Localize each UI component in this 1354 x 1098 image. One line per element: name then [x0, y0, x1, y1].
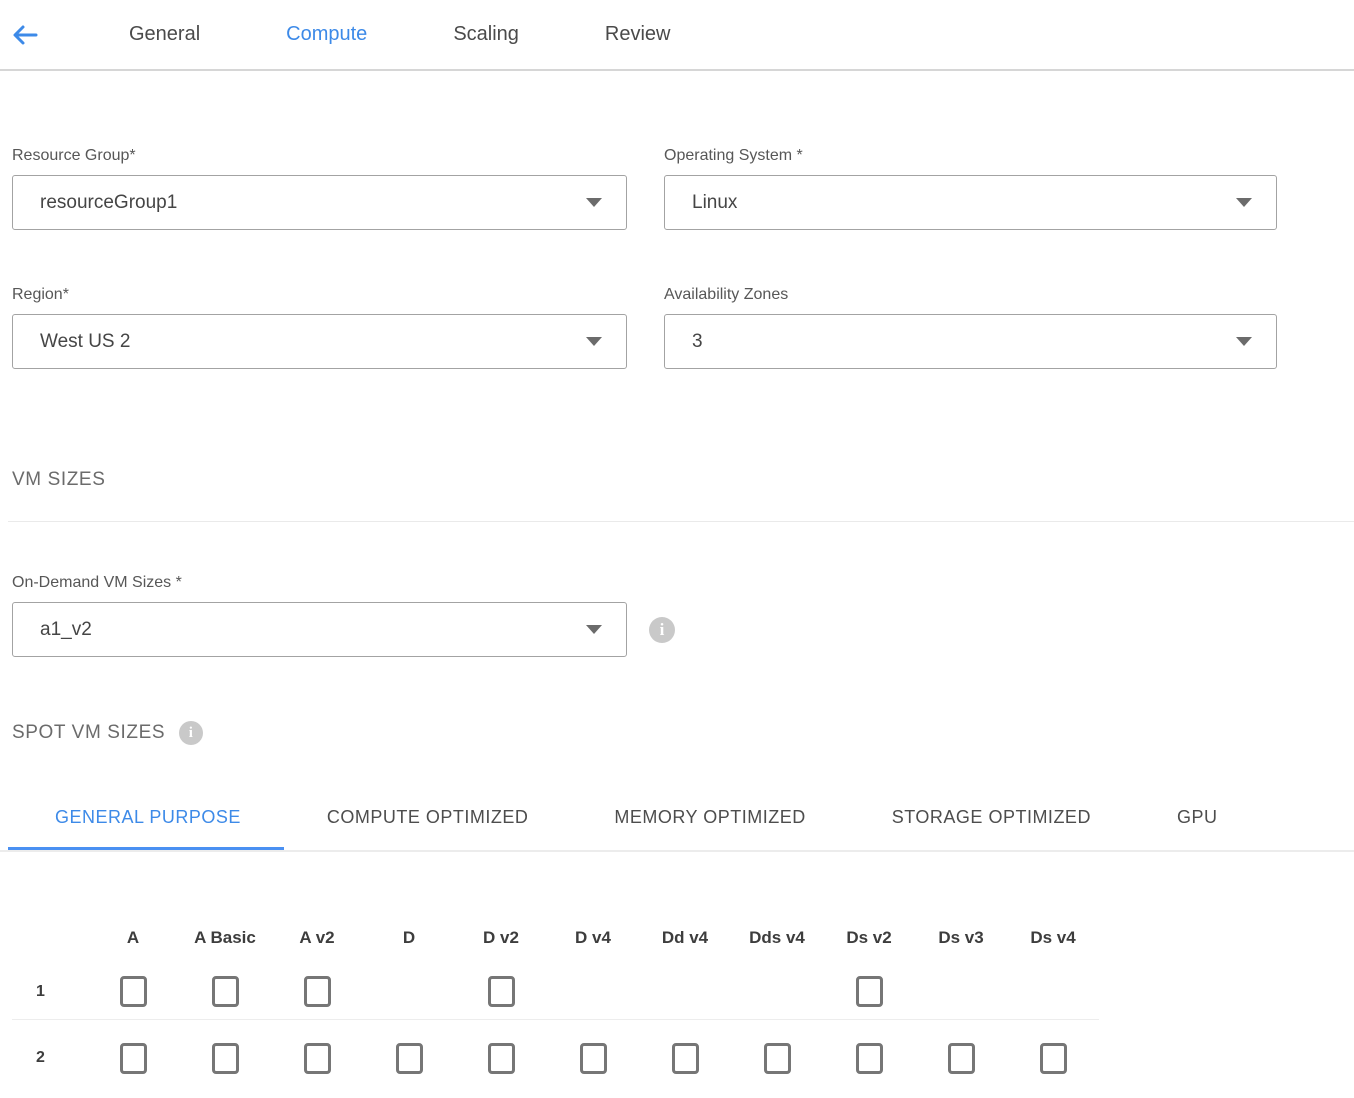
- table-cell: [87, 1043, 179, 1074]
- table-cell: [363, 1043, 455, 1074]
- column-header-a: A: [87, 928, 179, 948]
- column-header-ds-v3: Ds v3: [915, 928, 1007, 948]
- table-cell: [639, 1043, 731, 1074]
- operating-system-label: Operating System *: [664, 147, 1277, 165]
- vm-size-checkbox-row2-dd-v4[interactable]: [672, 1043, 699, 1074]
- step-general[interactable]: General: [86, 23, 243, 46]
- availability-zones-select[interactable]: 3: [664, 314, 1277, 369]
- column-header-a-v2: A v2: [271, 928, 363, 948]
- vm-size-checkbox-row1-a-v2[interactable]: [304, 976, 331, 1007]
- table-cell: [915, 1043, 1007, 1074]
- vm-size-checkbox-row2-a-v2[interactable]: [304, 1043, 331, 1074]
- table-row: 1: [12, 964, 1099, 1020]
- on-demand-vm-sizes-label: On-Demand VM Sizes *: [12, 574, 1354, 592]
- table-cell: [547, 1043, 639, 1074]
- compute-form: Resource Group* resourceGroup1 Operating…: [12, 147, 1354, 369]
- column-header-ds-v2: Ds v2: [823, 928, 915, 948]
- field-region: Region* West US 2: [12, 286, 627, 369]
- table-cell: [179, 1043, 271, 1074]
- table-cell: [823, 1043, 915, 1074]
- step-compute[interactable]: Compute: [243, 23, 410, 46]
- resource-group-label: Resource Group*: [12, 147, 627, 165]
- column-header-a-basic: A Basic: [179, 928, 271, 948]
- row-label: 2: [12, 1049, 87, 1067]
- table-cell: [1007, 1043, 1099, 1074]
- spot-vm-sizes-table: AA BasicA v2DD v2D v4Dd v4Dds v4Ds v2Ds …: [12, 928, 1354, 1086]
- vm-size-checkbox-row1-a-basic[interactable]: [212, 976, 239, 1007]
- field-availability-zones: Availability Zones 3: [664, 286, 1277, 369]
- vm-size-checkbox-row1-a[interactable]: [120, 976, 147, 1007]
- resource-group-select[interactable]: resourceGroup1: [12, 175, 627, 230]
- table-cell: [87, 976, 179, 1007]
- spot-tab-storage-optimized[interactable]: STORAGE OPTIMIZED: [849, 807, 1134, 850]
- spot-tabs: GENERAL PURPOSECOMPUTE OPTIMIZEDMEMORY O…: [0, 807, 1354, 850]
- vm-size-checkbox-row2-ds-v4[interactable]: [1040, 1043, 1067, 1074]
- table-cell: [271, 976, 363, 1007]
- back-arrow-icon[interactable]: [8, 18, 42, 52]
- vm-size-checkbox-row1-ds-v2[interactable]: [856, 976, 883, 1007]
- info-icon[interactable]: i: [649, 617, 675, 643]
- vm-size-checkbox-row2-a[interactable]: [120, 1043, 147, 1074]
- chevron-down-icon: [586, 337, 602, 346]
- column-header-d-v2: D v2: [455, 928, 547, 948]
- spot-vm-sizes-header: SPOT VM SIZES i: [12, 721, 1354, 745]
- spot-tab-general-purpose[interactable]: GENERAL PURPOSE: [12, 807, 284, 850]
- column-header-dds-v4: Dds v4: [731, 928, 823, 948]
- table-cell: [179, 976, 271, 1007]
- region-label: Region*: [12, 286, 627, 304]
- region-value: West US 2: [40, 331, 130, 353]
- table-cell: [455, 976, 547, 1007]
- table-cell: [271, 1043, 363, 1074]
- vm-size-checkbox-row2-ds-v3[interactable]: [948, 1043, 975, 1074]
- vm-size-checkbox-row2-d-v4[interactable]: [580, 1043, 607, 1074]
- spot-tab-compute-optimized[interactable]: COMPUTE OPTIMIZED: [284, 807, 572, 850]
- wizard-step-header: General Compute Scaling Review: [0, 0, 1354, 71]
- vm-size-checkbox-row2-dds-v4[interactable]: [764, 1043, 791, 1074]
- spot-tab-memory-optimized[interactable]: MEMORY OPTIMIZED: [571, 807, 848, 850]
- availability-zones-value: 3: [692, 331, 703, 353]
- resource-group-value: resourceGroup1: [40, 192, 177, 214]
- on-demand-vm-sizes-value: a1_v2: [40, 619, 92, 641]
- info-icon[interactable]: i: [179, 721, 203, 745]
- spot-vm-sizes-title: SPOT VM SIZES: [12, 722, 165, 744]
- table-header-row: AA BasicA v2DD v2D v4Dd v4Dds v4Ds v2Ds …: [12, 928, 1099, 948]
- section-divider: [8, 521, 1354, 522]
- column-header-ds-v4: Ds v4: [1007, 928, 1099, 948]
- availability-zones-label: Availability Zones: [664, 286, 1277, 304]
- operating-system-select[interactable]: Linux: [664, 175, 1277, 230]
- column-header-d-v4: D v4: [547, 928, 639, 948]
- wizard-steps: General Compute Scaling Review: [86, 23, 714, 46]
- on-demand-row: a1_v2 i: [12, 602, 1354, 657]
- vm-sizes-section-title: VM SIZES: [12, 469, 1354, 491]
- column-header-d: D: [363, 928, 455, 948]
- chevron-down-icon: [1236, 337, 1252, 346]
- chevron-down-icon: [586, 625, 602, 634]
- vm-size-checkbox-row2-ds-v2[interactable]: [856, 1043, 883, 1074]
- chevron-down-icon: [1236, 198, 1252, 207]
- chevron-down-icon: [586, 198, 602, 207]
- table-cell: [455, 1043, 547, 1074]
- step-scaling[interactable]: Scaling: [410, 23, 562, 46]
- operating-system-value: Linux: [692, 192, 737, 214]
- table-row: 2: [12, 1030, 1099, 1086]
- vm-size-checkbox-row1-d-v2[interactable]: [488, 976, 515, 1007]
- vm-size-checkbox-row2-a-basic[interactable]: [212, 1043, 239, 1074]
- table-cell: [731, 1043, 823, 1074]
- field-resource-group: Resource Group* resourceGroup1: [12, 147, 627, 230]
- field-operating-system: Operating System * Linux: [664, 147, 1277, 230]
- spot-tab-gpu[interactable]: GPU: [1134, 807, 1261, 850]
- vm-size-checkbox-row2-d-v2[interactable]: [488, 1043, 515, 1074]
- vm-size-checkbox-row2-d[interactable]: [396, 1043, 423, 1074]
- column-header-dd-v4: Dd v4: [639, 928, 731, 948]
- table-cell: [823, 976, 915, 1007]
- on-demand-vm-sizes-select[interactable]: a1_v2: [12, 602, 627, 657]
- spot-tabs-bar: GENERAL PURPOSECOMPUTE OPTIMIZEDMEMORY O…: [0, 807, 1354, 852]
- step-review[interactable]: Review: [562, 23, 714, 46]
- region-select[interactable]: West US 2: [12, 314, 627, 369]
- row-label: 1: [12, 983, 87, 1001]
